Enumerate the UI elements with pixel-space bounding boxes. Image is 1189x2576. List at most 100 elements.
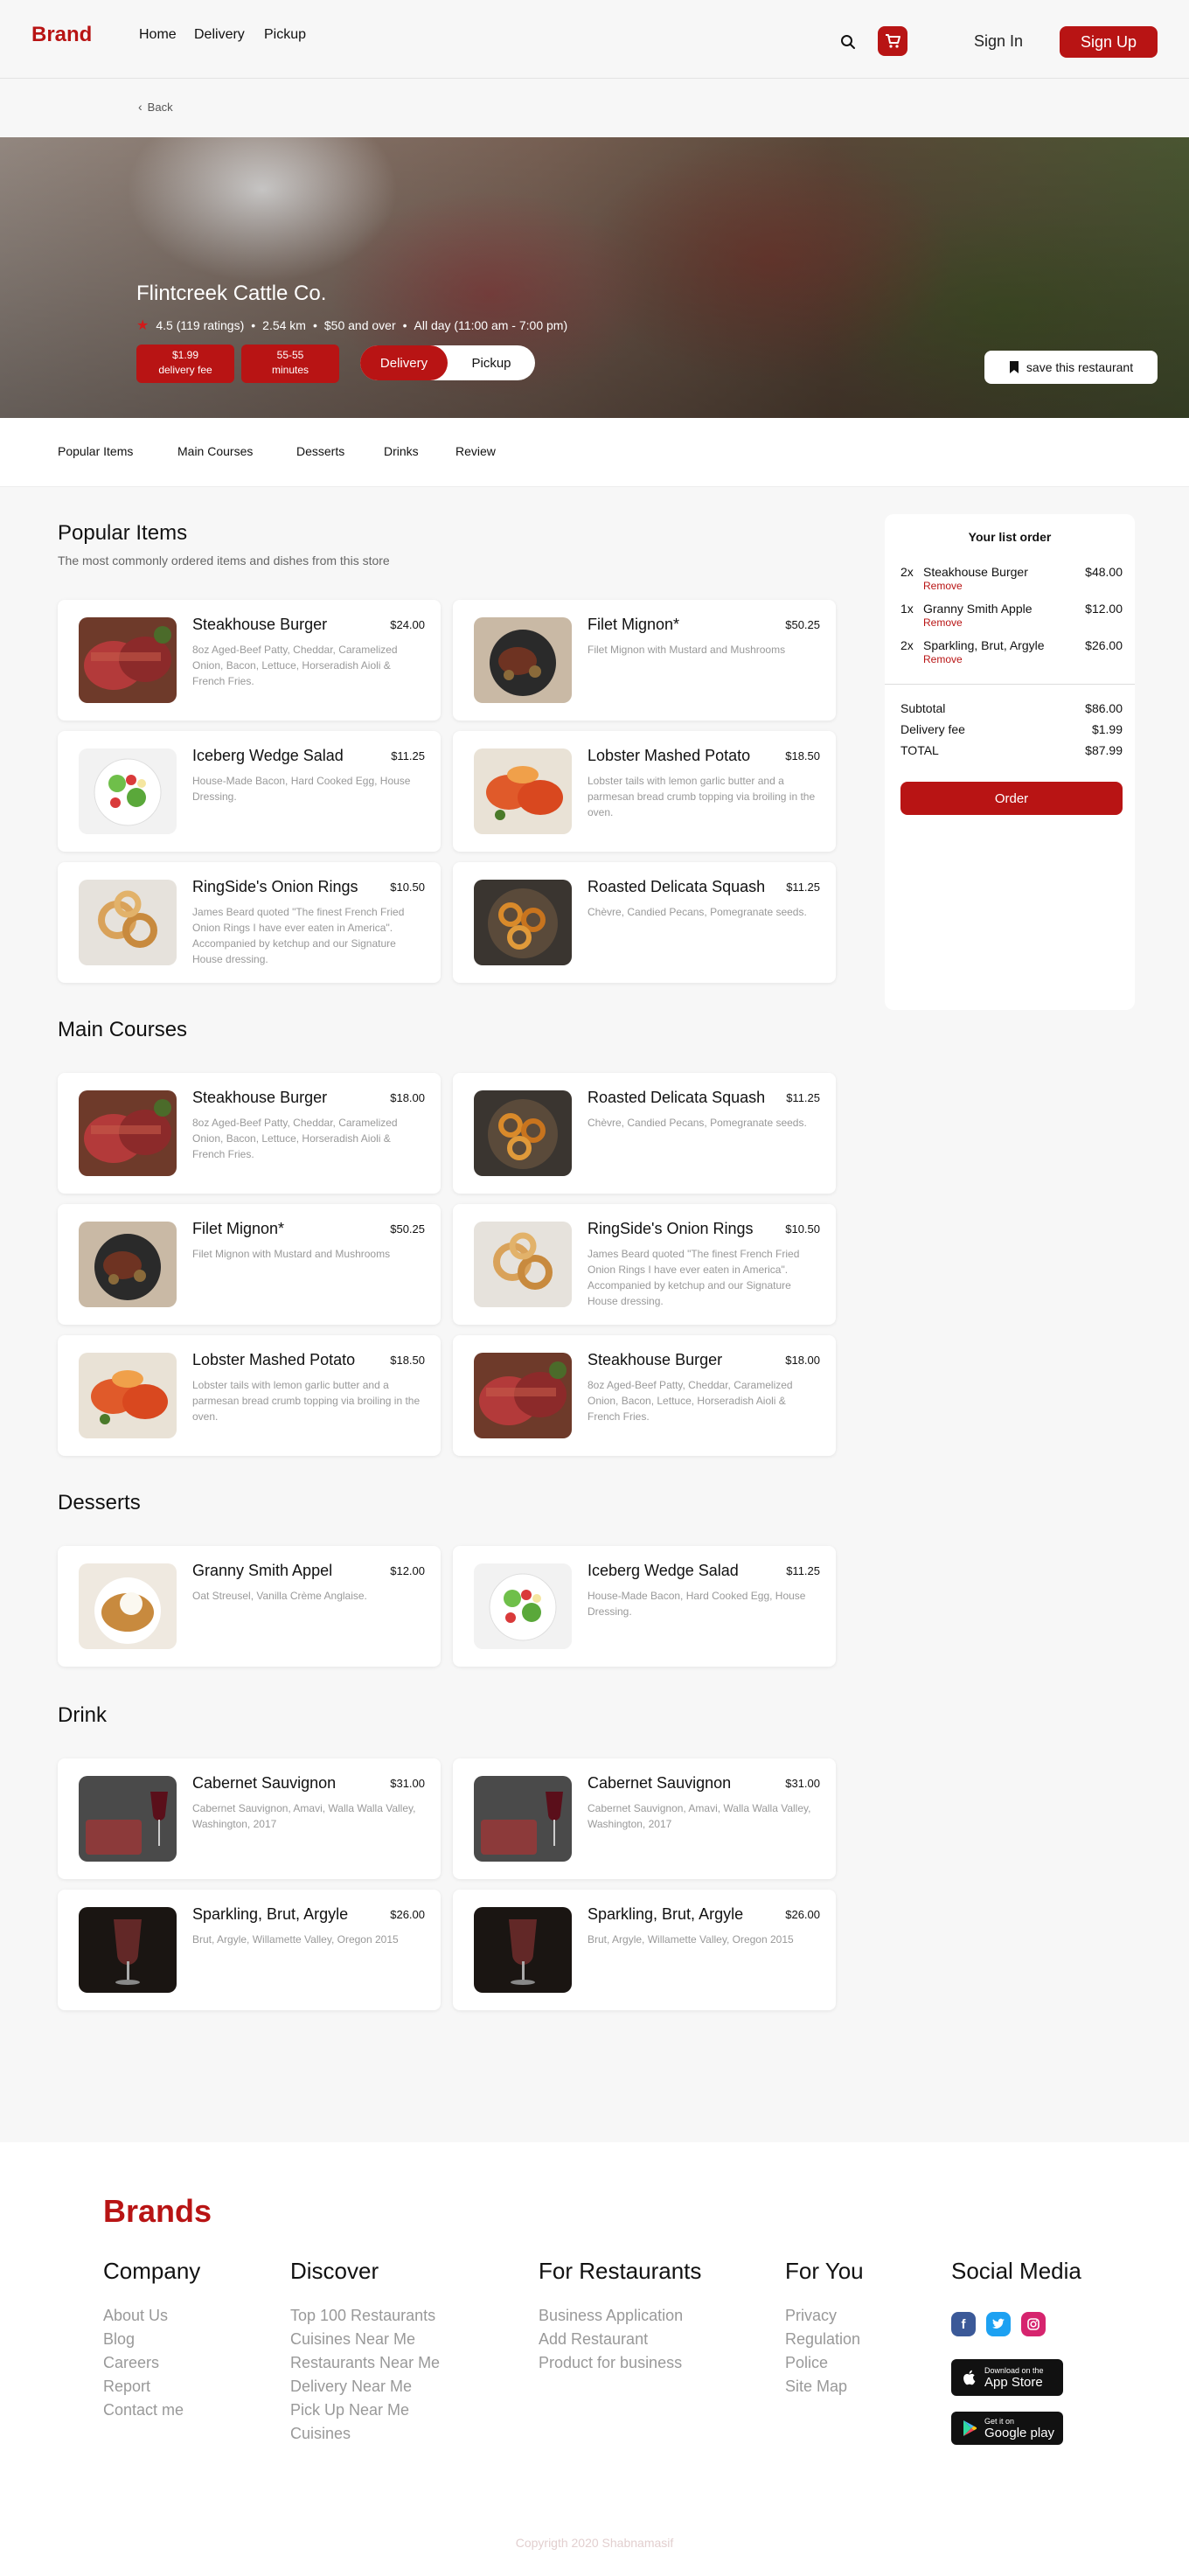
footer-link[interactable]: Blog [103, 2328, 200, 2351]
menu-item-card[interactable]: Lobster Mashed Potato $18.50 Lobster tails… [453, 731, 836, 852]
menu-item-card[interactable]: Sparkling, Brut, Argyle $26.00 Brut, Argyl… [58, 1890, 441, 2010]
menu-item-card[interactable]: Filet Mignon* $50.25 Filet Mignon with Mus… [58, 1204, 441, 1325]
menu-item-card[interactable]: Roasted Delicata Squash $11.25 Chèvre, Can… [453, 862, 836, 983]
menu-item-description: Brut, Argyle, Willamette Valley, Oregon … [192, 1933, 399, 1946]
footer-link[interactable]: Add Restaurant [539, 2328, 701, 2351]
menu-item-card[interactable]: RingSide's Onion Rings $10.50 James Beard … [453, 1204, 836, 1325]
back-label: Back [147, 100, 173, 114]
footer-link[interactable]: Cuisines Near Me [290, 2328, 440, 2351]
tab-drinks[interactable]: Drinks [384, 444, 419, 458]
footer-link[interactable]: About Us [103, 2304, 200, 2328]
sign-in-link[interactable]: Sign In [974, 32, 1023, 51]
menu-item-description: House-Made Bacon, Hard Cooked Egg, House… [588, 1590, 806, 1618]
google-play-icon [963, 2420, 977, 2436]
menu-item-card[interactable]: Iceberg Wedge Salad $11.25 House-Made Baco… [453, 1546, 836, 1667]
menu-item-price: $10.50 [785, 1222, 820, 1236]
dot-separator: • [312, 318, 317, 332]
menu-item-price: $18.50 [390, 1354, 425, 1367]
tab-popular-items[interactable]: Popular Items [58, 444, 133, 458]
back-link[interactable]: ‹ Back [138, 100, 173, 114]
footer-link[interactable]: Product for business [539, 2351, 701, 2375]
order-button[interactable]: Order [900, 782, 1123, 815]
menu-item-description: House-Made Bacon, Hard Cooked Egg, House… [192, 775, 411, 803]
footer-link[interactable]: Site Map [785, 2375, 864, 2398]
menu-item-title: Lobster Mashed Potato [588, 747, 751, 764]
instagram-icon[interactable] [1021, 2312, 1046, 2336]
footer-link[interactable]: Contact me [103, 2398, 200, 2422]
menu-item-card[interactable]: Cabernet Sauvignon $31.00 Cabernet Sauvign… [58, 1758, 441, 1879]
menu-item-description: Chèvre, Candied Pecans, Pomegranate seed… [588, 1117, 807, 1129]
footer-heading: Discover [290, 2258, 379, 2284]
dot-separator: • [402, 318, 407, 332]
menu-item-price: $31.00 [785, 1777, 820, 1790]
menu-item-price: $12.00 [390, 1564, 425, 1577]
footer-link[interactable]: Top 100 Restaurants [290, 2304, 440, 2328]
tab-main-courses[interactable]: Main Courses [177, 444, 253, 458]
menu-item-title: Sparkling, Brut, Argyle [588, 1905, 744, 1923]
food-image [474, 617, 572, 703]
sign-up-button[interactable]: Sign Up [1060, 26, 1158, 58]
food-image [474, 1353, 572, 1438]
footer-link[interactable]: Privacy [785, 2304, 864, 2328]
nav-home[interactable]: Home [139, 27, 177, 43]
section-title-desserts: Desserts [58, 1491, 141, 1514]
subtotal-value: $86.00 [1085, 701, 1123, 715]
footer-link[interactable]: Pick Up Near Me [290, 2398, 440, 2422]
footer-link[interactable]: Report [103, 2375, 200, 2398]
tab-desserts[interactable]: Desserts [296, 444, 344, 458]
facebook-icon[interactable]: f [951, 2312, 976, 2336]
restaurant-meta: ★ 4.5 (119 ratings) • 2.54 km • $50 and … [136, 317, 567, 334]
twitter-icon[interactable] [986, 2312, 1011, 2336]
menu-item-card[interactable]: Granny Smith Appel $12.00 Oat Streusel, Va… [58, 1546, 441, 1667]
menu-item-title: Granny Smith Appel [192, 1562, 333, 1579]
mode-delivery-option[interactable]: Delivery [360, 345, 448, 380]
menu-item-card[interactable]: Steakhouse Burger $18.00 8oz Aged-Beef Pat… [58, 1073, 441, 1194]
remove-item-link[interactable]: Remove [923, 580, 963, 592]
menu-item-title: Steakhouse Burger [192, 616, 328, 633]
nav-pickup[interactable]: Pickup [264, 27, 306, 43]
google-play-button[interactable]: Get it on Google play [951, 2412, 1063, 2445]
rating-text: 4.5 (119 ratings) [156, 318, 245, 332]
menu-item-price: $11.25 [786, 1091, 820, 1104]
menu-item-card[interactable]: Cabernet Sauvignon $31.00 Cabernet Sauvign… [453, 1758, 836, 1879]
menu-item-title: Iceberg Wedge Salad [588, 1562, 739, 1579]
section-title-main: Main Courses [58, 1018, 188, 1041]
remove-item-link[interactable]: Remove [923, 653, 963, 665]
menu-item-description: James Beard quoted "The finest French Fr… [192, 906, 405, 965]
tab-review[interactable]: Review [455, 444, 496, 458]
menu-item-title: Filet Mignon* [588, 616, 680, 633]
order-title: Your list order [968, 530, 1052, 544]
food-image [79, 1563, 177, 1649]
cart-icon[interactable] [878, 26, 907, 56]
footer-brand-logo[interactable]: Brands [103, 2193, 212, 2230]
brand-logo[interactable]: Brand [31, 23, 92, 47]
footer-link[interactable]: Police [785, 2351, 864, 2375]
nav-delivery[interactable]: Delivery [194, 27, 245, 43]
app-store-button[interactable]: Download on the App Store [951, 2359, 1063, 2396]
menu-item-card[interactable]: Lobster Mashed Potato $18.50 Lobster tails… [58, 1335, 441, 1456]
food-image [79, 1776, 177, 1862]
menu-item-card[interactable]: Filet Mignon* $50.25 Filet Mignon with Mus… [453, 600, 836, 721]
remove-item-link[interactable]: Remove [923, 616, 963, 629]
order-line: 1x Granny Smith Apple $12.00 Remove [900, 602, 1123, 633]
menu-item-card[interactable]: Roasted Delicata Squash $11.25 Chèvre, Can… [453, 1073, 836, 1194]
section-title-popular: Popular Items [58, 521, 188, 545]
search-icon[interactable] [836, 30, 860, 54]
mode-pickup-option[interactable]: Pickup [448, 345, 535, 380]
footer-link[interactable]: Regulation [785, 2328, 864, 2351]
menu-item-card[interactable]: RingSide's Onion Rings $10.50 James Beard … [58, 862, 441, 983]
footer-link[interactable]: Cuisines [290, 2422, 440, 2446]
menu-item-card[interactable]: Sparkling, Brut, Argyle $26.00 Brut, Argyl… [453, 1890, 836, 2010]
footer-link[interactable]: Restaurants Near Me [290, 2351, 440, 2375]
restaurant-name: Flintcreek Cattle Co. [136, 282, 327, 305]
footer-link[interactable]: Delivery Near Me [290, 2375, 440, 2398]
app-store-label: App Store [984, 2374, 1043, 2390]
menu-item-card[interactable]: Steakhouse Burger $24.00 8oz Aged-Beef Pat… [58, 600, 441, 721]
footer-column-for-you: For You Privacy Regulation Police Site M… [785, 2258, 864, 2398]
footer-link[interactable]: Business Application [539, 2304, 701, 2328]
footer-link[interactable]: Careers [103, 2351, 200, 2375]
save-restaurant-button[interactable]: save this restaurant [984, 351, 1158, 384]
save-restaurant-label: save this restaurant [1026, 360, 1134, 374]
menu-item-card[interactable]: Iceberg Wedge Salad $11.25 House-Made Baco… [58, 731, 441, 852]
menu-item-card[interactable]: Steakhouse Burger $18.00 8oz Aged-Beef Pat… [453, 1335, 836, 1456]
